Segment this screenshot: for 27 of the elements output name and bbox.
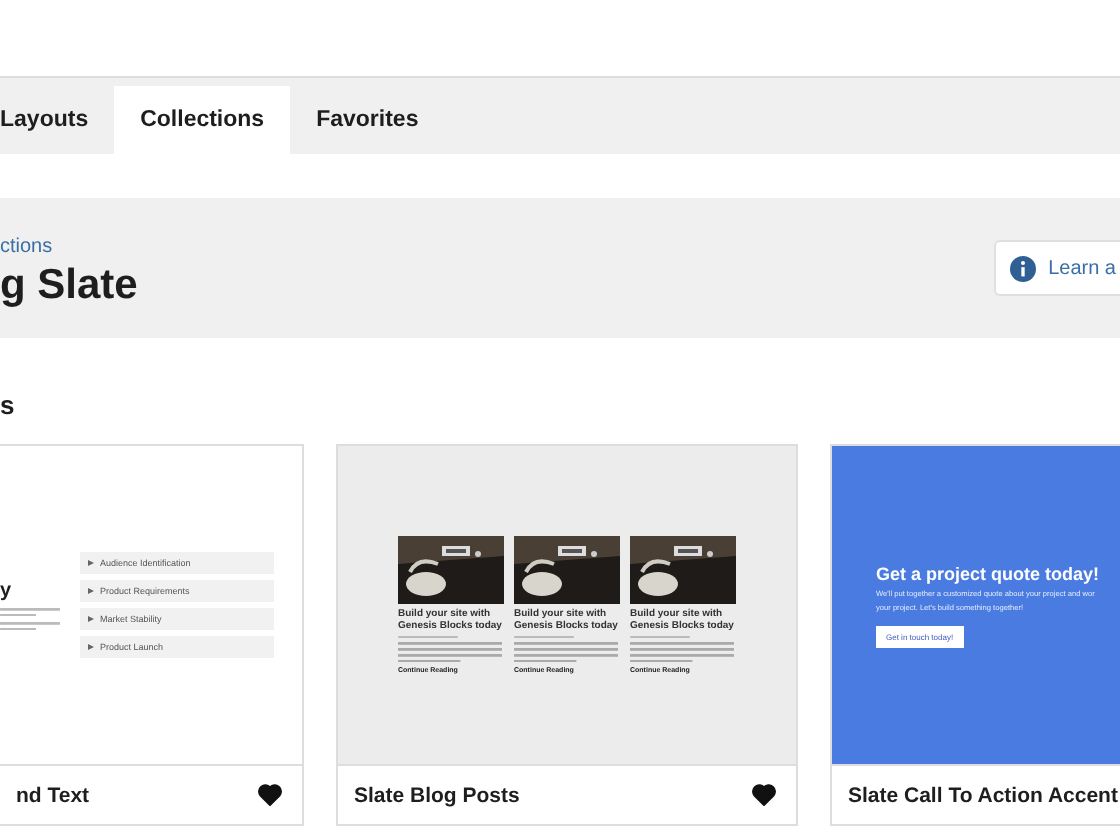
section-heading: s [0,390,17,420]
bullet-icon [88,644,94,650]
heart-icon[interactable] [258,784,282,806]
text-lines-icon [630,642,734,663]
text-lines-icon [514,642,618,663]
text-lines-icon [398,635,458,638]
text-lines-icon [398,642,502,663]
learn-button[interactable]: Learn a [994,240,1120,296]
text-lines-icon [514,635,574,638]
preview-heading: y [0,579,14,602]
heart-icon[interactable] [752,784,776,806]
page-title: g Slate [0,261,138,309]
text-lines-icon [630,635,690,638]
text-lines-icon [0,607,60,616]
text-lines-icon [0,622,60,631]
tab[interactable]: Layouts [0,86,115,154]
info-icon [1010,255,1037,281]
card-title: Slate Call To Action Accent [848,783,1118,807]
breadcrumb-link[interactable]: ctions [0,235,138,257]
bullet-icon [88,616,94,622]
cta-heading: Get a project quote today! [876,563,1100,583]
bullet-icon [88,588,94,594]
card-title: Slate Blog Posts [354,783,520,807]
card-title: nd Text [16,783,90,807]
tab[interactable]: Collections [114,86,291,154]
tab[interactable]: Favorites [290,86,445,154]
bullet-icon [88,560,94,566]
